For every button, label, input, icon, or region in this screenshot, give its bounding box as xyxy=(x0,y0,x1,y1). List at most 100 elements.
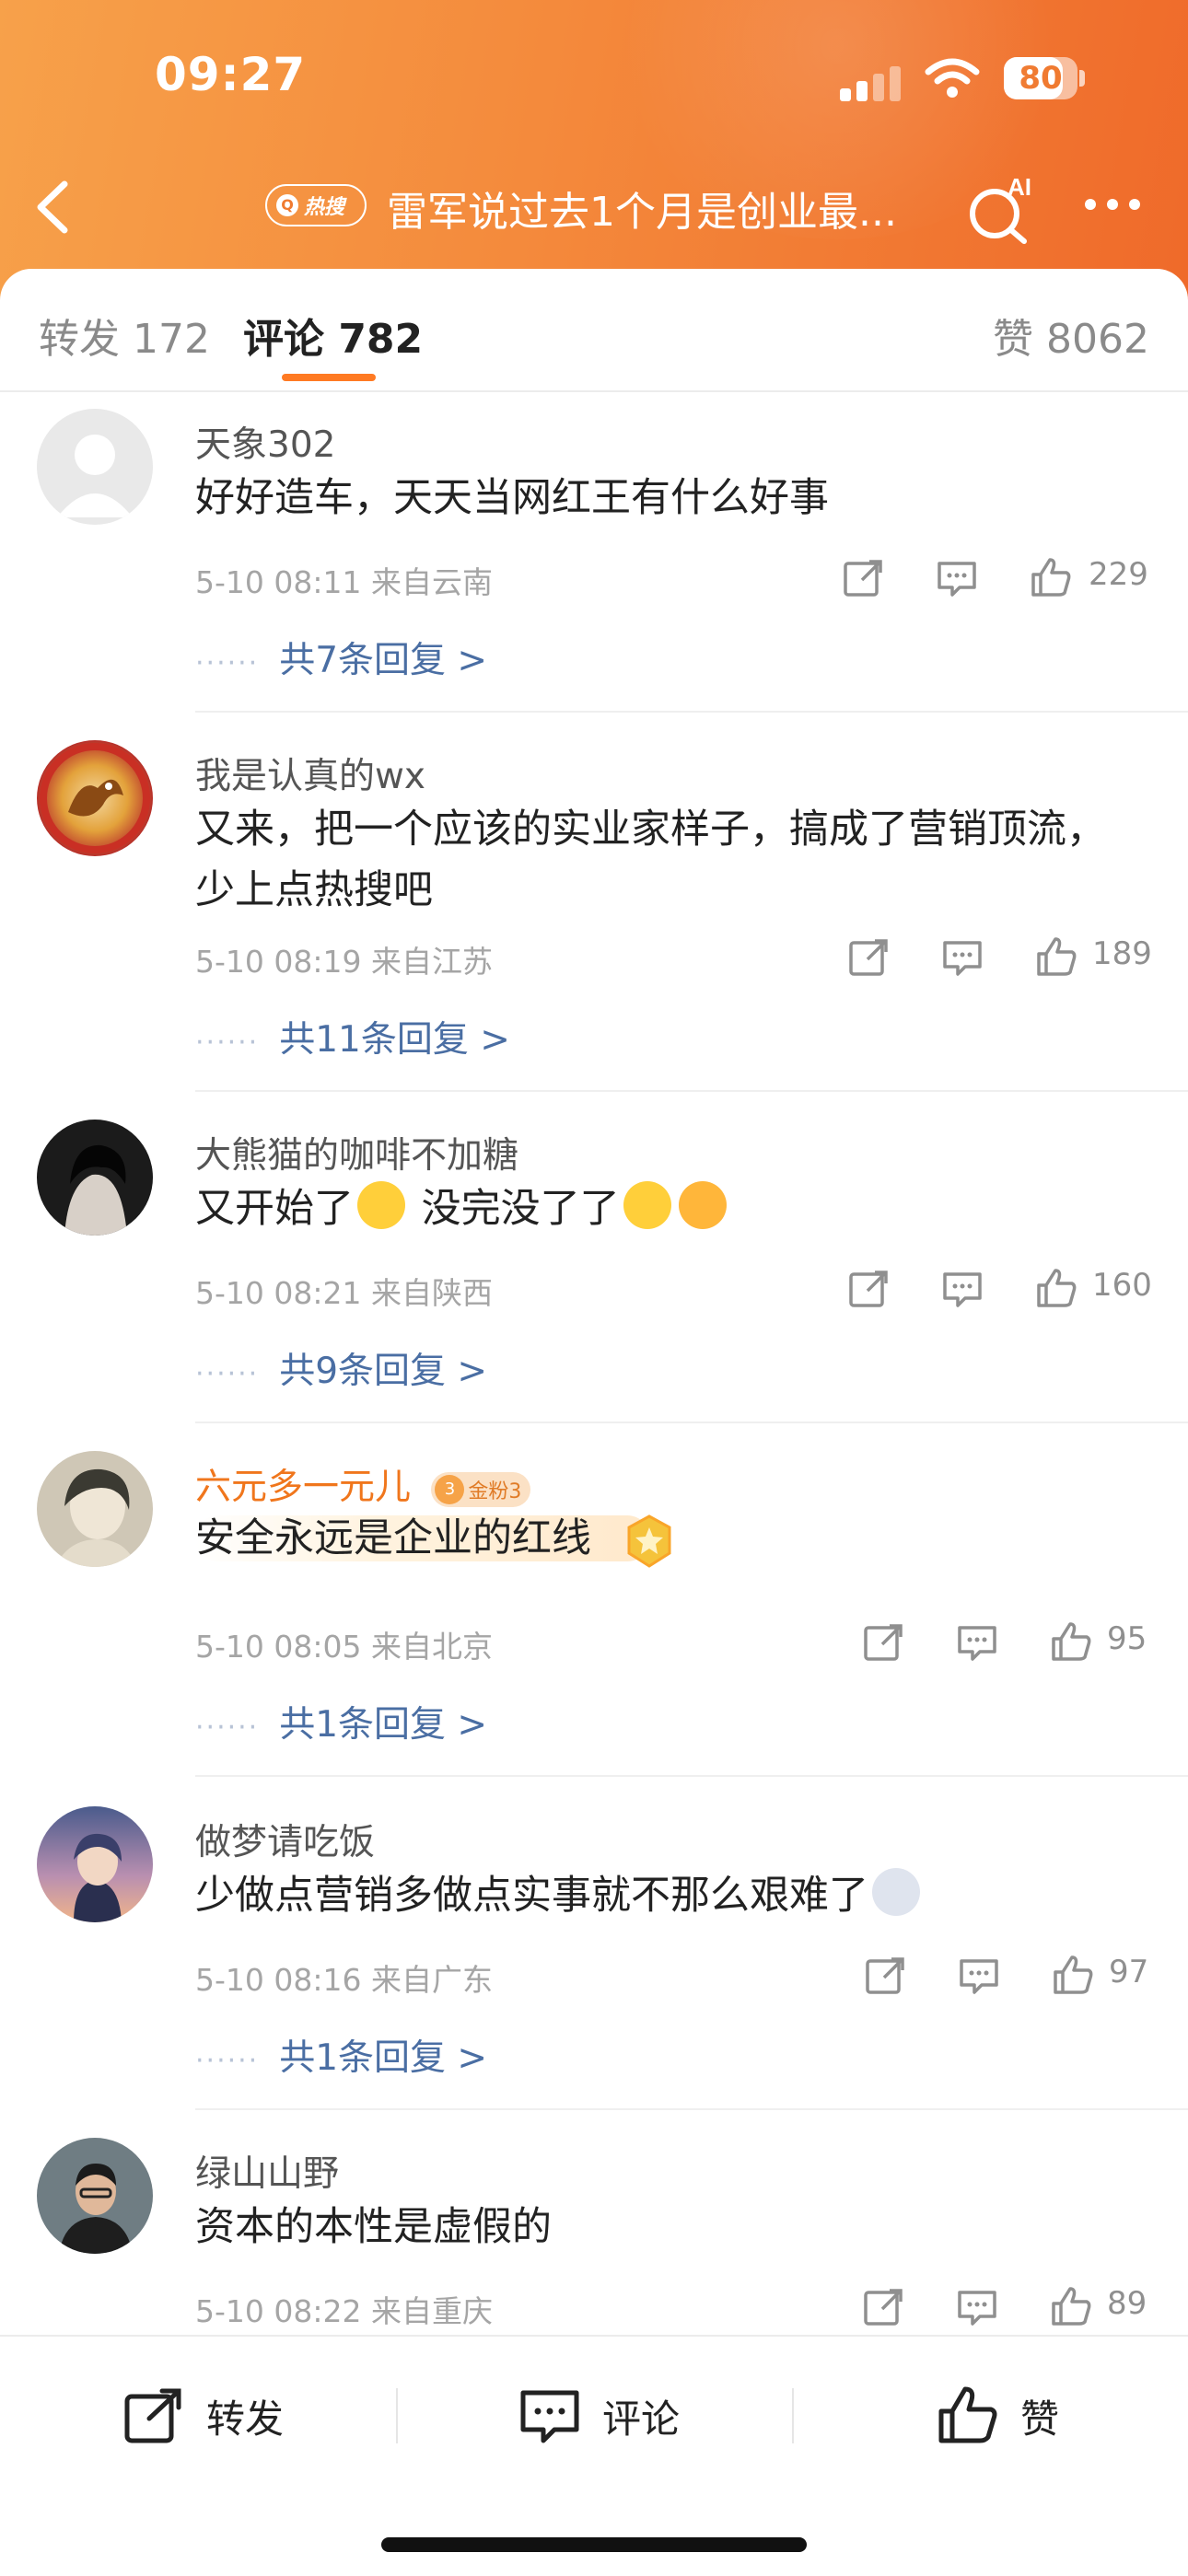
more-menu-button[interactable] xyxy=(1085,199,1149,217)
reply-icon[interactable] xyxy=(956,1952,1002,1998)
bottom-action-bar: 转发 评论 赞 xyxy=(0,2335,1188,2576)
anime-avatar-icon xyxy=(74,1833,122,1922)
laugh-cry-emoji-icon xyxy=(623,1181,671,1229)
comment-actions: 160 xyxy=(845,1265,1159,1320)
reply-dots: ······ xyxy=(195,1712,260,1744)
like-icon[interactable] xyxy=(1050,1952,1096,1998)
home-indicator[interactable] xyxy=(381,2537,807,2552)
reply-icon[interactable] xyxy=(939,1265,985,1311)
avatar[interactable] xyxy=(37,740,153,856)
like-icon[interactable] xyxy=(1033,934,1079,980)
reply-dots: ······ xyxy=(195,1358,260,1390)
comment-text: 好好造车，天天当网红王有什么好事 xyxy=(195,475,829,521)
avatar[interactable] xyxy=(37,1451,153,1567)
comment-text-part: 又开始了 xyxy=(195,1186,354,1232)
repost-label: 转发 xyxy=(206,2396,285,2442)
like-count: 189 xyxy=(1092,935,1152,972)
comment-actions: 89 xyxy=(860,2283,1164,2338)
more-dot xyxy=(1129,199,1140,210)
comment-actions: 95 xyxy=(860,1619,1164,1674)
reply-dots: ······ xyxy=(195,647,260,679)
reply-dots: ······ xyxy=(195,2045,260,2077)
comment-author[interactable]: 绿山山野 xyxy=(195,2145,339,2197)
avatar[interactable] xyxy=(37,1806,153,1922)
portrait-avatar-icon xyxy=(59,2164,133,2254)
battery-icon: 80 xyxy=(1004,57,1077,99)
comment-text: 少做点营销多做点实事就不那么艰难了 xyxy=(195,1865,1116,1926)
active-tab-indicator xyxy=(282,374,376,381)
husky-emoji-icon xyxy=(872,1868,920,1916)
share-icon[interactable] xyxy=(860,1619,906,1665)
reply-icon[interactable] xyxy=(954,2283,1000,2329)
gold-star-icon xyxy=(627,1514,671,1568)
view-replies-link[interactable]: ······ 共9条回复 > xyxy=(195,1342,487,1394)
view-replies-link[interactable]: ······ 共11条回复 > xyxy=(195,1011,510,1062)
reply-icon[interactable] xyxy=(939,934,985,980)
avatar[interactable] xyxy=(37,2138,153,2254)
comment-meta: 5-10 08:19 来自江苏 xyxy=(195,944,493,980)
replies-label: 共11条回复 > xyxy=(279,1019,510,1061)
like-icon[interactable] xyxy=(1048,1619,1094,1665)
status-time: 09:27 xyxy=(155,48,307,101)
tab-bar: 转发 172 评论 782 赞 8062 xyxy=(0,269,1188,392)
view-replies-link[interactable]: ······ 共1条回复 > xyxy=(195,2029,487,2081)
thumbs-up-icon xyxy=(938,2386,997,2443)
separator xyxy=(792,2388,794,2443)
comment-author[interactable]: 做梦请吃饭 xyxy=(195,1814,375,1865)
repost-button[interactable]: 转发 xyxy=(122,2379,284,2453)
comment-author[interactable]: 六元多一元儿 3 金粉3 xyxy=(195,1458,531,1510)
reply-icon[interactable] xyxy=(954,1619,1000,1665)
share-icon[interactable] xyxy=(845,1265,891,1311)
more-dot xyxy=(1085,199,1096,210)
share-icon[interactable] xyxy=(862,1952,908,1998)
ai-search-button[interactable]: AI xyxy=(963,171,1037,245)
search-icon: Q xyxy=(276,194,298,216)
avatar[interactable] xyxy=(37,409,153,525)
share-icon[interactable] xyxy=(845,934,891,980)
comment-text: 又来，把一个应该的实业家样子，搞成了营销顶流，少上点热搜吧 xyxy=(195,806,1106,913)
like-count: 160 xyxy=(1092,1267,1152,1304)
page-title[interactable]: 雷军说过去1个月是创业最... xyxy=(387,179,939,238)
comment-text-part: 没完没了了 xyxy=(421,1186,620,1232)
share-icon[interactable] xyxy=(840,554,886,600)
comment-author[interactable]: 大熊猫的咖啡不加糖 xyxy=(195,1127,518,1178)
comment-meta: 5-10 08:05 来自北京 xyxy=(195,1629,493,1665)
comment-actions: 189 xyxy=(845,934,1159,989)
battery-nub xyxy=(1079,70,1085,87)
fan-badge[interactable]: 3 金粉3 xyxy=(431,1471,531,1507)
like-count: 97 xyxy=(1109,1954,1149,1990)
like-button[interactable]: 赞 xyxy=(936,2379,1059,2453)
tab-repost[interactable]: 转发 172 xyxy=(39,306,210,365)
laugh-cry-emoji-icon xyxy=(357,1181,405,1229)
portrait-avatar-icon xyxy=(64,1144,127,1236)
like-label: 赞 xyxy=(1020,2396,1060,2442)
like-count: 95 xyxy=(1107,1620,1147,1657)
tab-likes[interactable]: 赞 8062 xyxy=(993,306,1149,365)
like-icon[interactable] xyxy=(1028,554,1074,600)
fan-badge-label: 金粉3 xyxy=(468,1479,522,1503)
back-button[interactable] xyxy=(24,175,79,239)
like-icon[interactable] xyxy=(1033,1265,1079,1311)
portrait-avatar-icon xyxy=(55,1468,136,1567)
tab-comments[interactable]: 评论 782 xyxy=(243,306,423,365)
crown-icon: 3 xyxy=(435,1474,465,1504)
view-replies-link[interactable]: ······ 共7条回复 > xyxy=(195,632,487,683)
like-icon[interactable] xyxy=(1048,2283,1094,2329)
comment-author[interactable]: 我是认真的wx xyxy=(195,748,425,799)
like-count: 89 xyxy=(1107,2285,1147,2322)
comment-text: 资本的本性是虚假的 xyxy=(195,2204,552,2250)
repost-icon xyxy=(124,2388,181,2443)
ai-label: AI xyxy=(1007,173,1031,201)
avatar[interactable] xyxy=(37,1120,153,1236)
share-icon[interactable] xyxy=(860,2283,906,2329)
comment-button[interactable]: 评论 xyxy=(518,2379,680,2453)
comment-meta: 5-10 08:11 来自云南 xyxy=(195,564,493,600)
hot-search-badge[interactable]: Q 热搜 xyxy=(265,184,367,226)
reply-icon[interactable] xyxy=(934,554,980,600)
battery-level xyxy=(1004,57,1063,99)
signal-icon xyxy=(840,64,906,101)
more-dot xyxy=(1107,199,1118,210)
comment-author[interactable]: 天象302 xyxy=(195,416,335,468)
view-replies-link[interactable]: ······ 共1条回复 > xyxy=(195,1696,487,1747)
hot-badge-label: 热搜 xyxy=(304,196,345,219)
